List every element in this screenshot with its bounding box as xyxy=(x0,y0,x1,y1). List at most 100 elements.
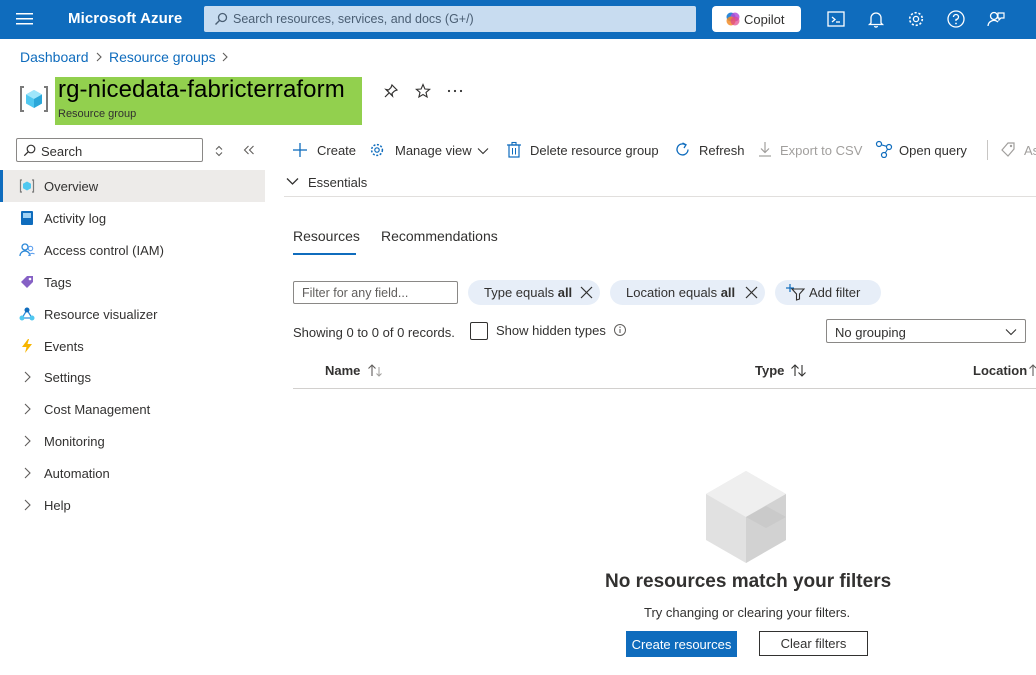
global-search-input[interactable]: Search resources, services, and docs (G+… xyxy=(204,6,696,32)
export-csv-button[interactable]: Export to CSV xyxy=(758,140,862,162)
sidebar-item-overview[interactable]: Overview xyxy=(0,170,265,202)
sidebar-item-label: Automation xyxy=(44,466,110,481)
sidebar-item-label: Tags xyxy=(44,275,72,290)
hamburger-menu-icon[interactable] xyxy=(16,12,33,26)
top-bar: Microsoft Azure Search resources, servic… xyxy=(0,0,1036,39)
sidebar-item-events[interactable]: Events xyxy=(0,330,265,362)
manage-view-button[interactable]: Manage view xyxy=(369,140,491,162)
show-hidden-types-label[interactable]: Show hidden types xyxy=(496,323,606,338)
refresh-button[interactable]: Refresh xyxy=(674,140,745,162)
overflow-label: As xyxy=(1024,143,1036,158)
empty-state-subtitle: Try changing or clearing your filters. xyxy=(644,605,851,620)
info-icon[interactable] xyxy=(613,323,627,337)
location-filter-value: all xyxy=(720,285,736,300)
records-count: Showing 0 to 0 of 0 records. xyxy=(293,325,455,340)
search-icon xyxy=(23,144,36,157)
visualizer-icon xyxy=(19,306,35,322)
clear-filters-button[interactable]: Clear filters xyxy=(759,631,868,656)
grouping-dropdown[interactable]: No grouping xyxy=(826,319,1026,343)
essentials-toggle[interactable]: Essentials xyxy=(308,175,367,190)
chevron-right-icon xyxy=(19,497,35,513)
active-tab-indicator xyxy=(293,253,356,255)
open-query-button[interactable]: Open query xyxy=(875,140,971,162)
column-header-location[interactable]: Location xyxy=(973,363,1027,378)
plus-icon xyxy=(292,142,308,158)
breadcrumb-resource-groups[interactable]: Resource groups xyxy=(109,49,216,65)
help-icon[interactable] xyxy=(946,9,966,29)
favorite-star-icon[interactable] xyxy=(415,83,431,99)
create-button[interactable]: Create xyxy=(292,140,357,162)
column-header-type[interactable]: Type xyxy=(755,363,784,378)
sidebar-item-activity-log[interactable]: Activity log xyxy=(0,202,265,234)
filter-input[interactable]: Filter for any field... xyxy=(293,281,458,304)
assign-tags-button[interactable]: As xyxy=(1000,140,1036,162)
copilot-button[interactable]: Copilot xyxy=(712,6,801,32)
sidebar-item-access-control[interactable]: Access control (IAM) xyxy=(0,234,265,266)
type-filter-value: all xyxy=(557,285,573,300)
breadcrumb-dashboard[interactable]: Dashboard xyxy=(20,49,89,65)
sidebar-group-settings[interactable]: Settings xyxy=(0,361,265,393)
sidebar-group-cost-management[interactable]: Cost Management xyxy=(0,393,265,425)
feedback-icon[interactable] xyxy=(986,9,1006,29)
sort-icon[interactable] xyxy=(790,363,808,377)
query-graph-icon xyxy=(875,140,893,158)
sort-icon[interactable] xyxy=(1029,363,1036,377)
breadcrumb-chevron-icon xyxy=(221,52,229,62)
cloud-shell-icon[interactable] xyxy=(826,9,846,29)
sidebar-item-label: Settings xyxy=(44,370,91,385)
column-header-name[interactable]: Name xyxy=(325,363,360,378)
sidebar-item-resource-visualizer[interactable]: Resource visualizer xyxy=(0,298,265,330)
sort-icon[interactable] xyxy=(367,363,385,377)
chevron-right-icon xyxy=(19,465,35,481)
menu-search-placeholder: Search xyxy=(41,144,83,159)
filter-placeholder: Filter for any field... xyxy=(302,286,409,300)
chevron-right-icon xyxy=(19,369,35,385)
sidebar-item-label: Overview xyxy=(44,179,99,194)
sidebar-group-help[interactable]: Help xyxy=(0,489,265,521)
tag-outline-icon xyxy=(1000,141,1016,158)
add-filter-button[interactable]: Add filter xyxy=(775,280,881,305)
collapse-menu-icon[interactable] xyxy=(243,145,255,155)
pin-icon[interactable] xyxy=(383,83,399,99)
copilot-icon xyxy=(725,11,741,27)
grouping-value: No grouping xyxy=(835,325,906,340)
location-filter-prefix: Location equals xyxy=(626,285,721,300)
essentials-divider xyxy=(284,196,1036,197)
sidebar-group-monitoring[interactable]: Monitoring xyxy=(0,425,265,457)
table-header-divider xyxy=(293,388,1036,389)
menu-search-input[interactable]: Search xyxy=(16,138,203,162)
sidebar-item-label: Activity log xyxy=(44,211,107,226)
tag-icon xyxy=(19,274,35,290)
delete-resource-group-button[interactable]: Delete resource group xyxy=(506,140,660,162)
create-resources-button[interactable]: Create resources xyxy=(626,631,737,657)
type-filter-pill[interactable]: Type equals all xyxy=(468,280,600,305)
sidebar-group-automation[interactable]: Automation xyxy=(0,457,265,489)
lightning-icon xyxy=(19,338,35,354)
create-label: Create xyxy=(317,143,357,158)
chevron-right-icon xyxy=(19,433,35,449)
chevron-down-icon xyxy=(1005,328,1017,336)
essentials-chevron-down-icon[interactable] xyxy=(286,177,299,186)
tab-recommendations[interactable]: Recommendations xyxy=(381,228,498,244)
open-query-label: Open query xyxy=(899,143,967,158)
settings-gear-icon[interactable] xyxy=(906,9,926,29)
location-filter-pill[interactable]: Location equals all xyxy=(610,280,765,305)
sidebar-item-label: Resource visualizer xyxy=(44,307,158,322)
remove-filter-close-icon[interactable] xyxy=(580,286,593,299)
type-filter-prefix: Type equals xyxy=(484,285,558,300)
add-filter-label: Add filter xyxy=(809,285,861,300)
sort-updown-icon[interactable] xyxy=(214,145,224,157)
resource-group-icon xyxy=(19,178,35,194)
chevron-right-icon xyxy=(19,401,35,417)
more-options-icon[interactable] xyxy=(447,89,463,93)
tab-resources[interactable]: Resources xyxy=(293,228,360,244)
sidebar-item-label: Monitoring xyxy=(44,434,105,449)
add-filter-icon xyxy=(785,283,805,301)
notifications-bell-icon[interactable] xyxy=(866,9,886,29)
search-placeholder: Search resources, services, and docs (G+… xyxy=(233,12,474,26)
toolbar-divider xyxy=(987,140,988,160)
brand-title[interactable]: Microsoft Azure xyxy=(68,10,182,27)
show-hidden-types-checkbox[interactable] xyxy=(470,322,488,340)
sidebar-item-tags[interactable]: Tags xyxy=(0,266,265,298)
remove-filter-close-icon[interactable] xyxy=(745,286,758,299)
